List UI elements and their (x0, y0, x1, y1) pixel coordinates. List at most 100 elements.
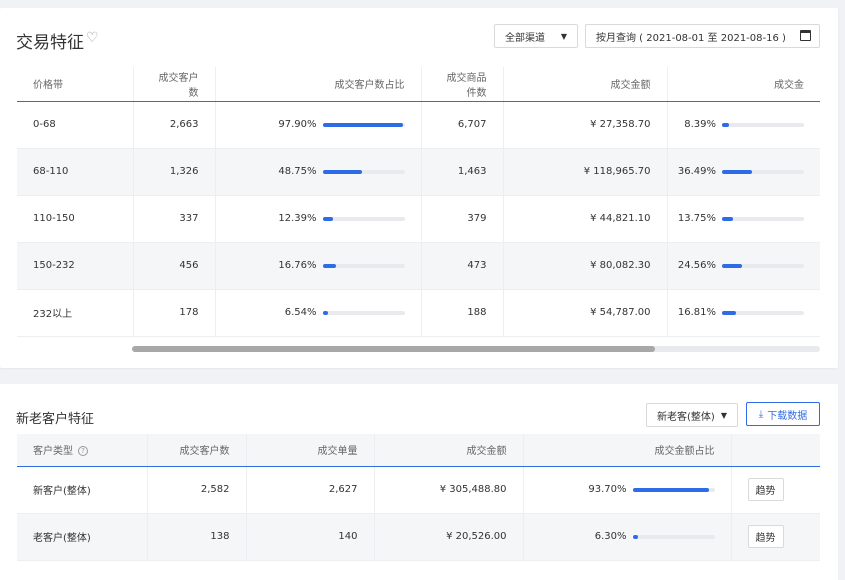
bar-fill (632, 534, 638, 539)
customers: 2,663 (133, 101, 216, 149)
price-band: 232以上 (17, 289, 134, 337)
date-range-value: 按月查询 ( 2021-08-01 至 2021-08-16 ) (596, 32, 786, 44)
caret-down-icon: ▼ (720, 410, 727, 420)
bar-fill (722, 169, 752, 174)
amount: ¥ 27,358.70 (503, 101, 668, 149)
scrollbar-thumb[interactable] (132, 346, 655, 352)
amount: ¥ 20,526.00 (374, 513, 524, 561)
download-icon: ⤓ (758, 408, 764, 420)
amount-share: 93.70% (588, 484, 627, 495)
bar-fill (632, 487, 710, 492)
trade-features-card: 交易特征 ♡ 全部渠道 ▼ 按月查询 ( 2021-08-01 至 2021-0… (0, 8, 838, 368)
download-label: 下载数据 (767, 410, 808, 422)
amount-share-bar (722, 310, 804, 315)
heart-icon[interactable]: ♡ (86, 30, 99, 46)
channel-select-value: 全部渠道 (505, 32, 545, 44)
amount-share-bar (722, 216, 804, 221)
trade-table: 价格带 成交客户数 成交客户数占比 成交商品件数 成交金额 成交金 0-68 2… (17, 67, 820, 337)
horizontal-scrollbar[interactable] (132, 346, 820, 352)
items: 473 (421, 242, 504, 290)
amount-share: 16.81% (677, 307, 716, 318)
items: 1,463 (421, 148, 504, 196)
customer-share: 16.76% (278, 260, 317, 271)
customers: 337 (133, 195, 216, 243)
customer-share-bar (322, 216, 405, 221)
table-row: 110-150 337 12.39% 379 ¥ 44,821.10 13.75… (17, 195, 820, 243)
customers: 2,582 (147, 466, 247, 514)
bar-fill (722, 122, 729, 127)
download-button[interactable]: ⤓ 下载数据 (746, 402, 820, 426)
col-customers: 成交客户数 (133, 67, 216, 102)
date-range-picker[interactable]: 按月查询 ( 2021-08-01 至 2021-08-16 ) (585, 24, 820, 48)
channel-select[interactable]: 全部渠道 ▼ (494, 24, 578, 48)
col-customer-share: 成交客户数占比 (215, 67, 422, 102)
trend-button[interactable]: 趋势 (747, 478, 784, 501)
col-items: 成交商品件数 (421, 67, 504, 102)
bar-fill (322, 310, 328, 315)
bar-fill (722, 310, 736, 315)
items: 379 (421, 195, 504, 243)
amount-share: 36.49% (677, 166, 716, 177)
customer-share: 12.39% (278, 213, 317, 224)
bar-fill (322, 263, 337, 268)
bar-fill (322, 122, 403, 127)
amount-share: 6.30% (594, 531, 627, 542)
table-row: 150-232 456 16.76% 473 ¥ 80,082.30 24.56… (17, 242, 820, 290)
amount: ¥ 44,821.10 (503, 195, 668, 243)
table-row: 0-68 2,663 97.90% 6,707 ¥ 27,358.70 8.39… (17, 101, 820, 149)
col-orders: 成交单量 (246, 434, 375, 467)
items: 188 (421, 289, 504, 337)
col-amount-share: 成交金 (667, 67, 820, 102)
table-row: 68-110 1,326 48.75% 1,463 ¥ 118,965.70 3… (17, 148, 820, 196)
amount-share-bar (722, 122, 804, 127)
col-customer-type: 客户类型 (33, 446, 73, 458)
price-band: 68-110 (17, 148, 134, 196)
customer-features-title: 新老客户特征 (16, 412, 95, 427)
table-row: 老客户(整体) 138 140 ¥ 20,526.00 6.30% 趋势 (17, 513, 820, 561)
customer-share-bar (322, 310, 405, 315)
customers: 178 (133, 289, 216, 337)
col-action (731, 434, 820, 467)
bar-fill (722, 263, 743, 268)
calendar-icon (800, 30, 811, 41)
customer-table: 客户类型? 成交客户数 成交单量 成交金额 成交金额占比 新客户(整体) 2,5… (17, 434, 820, 561)
amount: ¥ 305,488.80 (374, 466, 524, 514)
customer-type-value: 新老客(整体) (657, 411, 715, 423)
customer-share-bar (322, 122, 405, 127)
col-price-band: 价格带 (17, 67, 134, 102)
amount-share-bar (722, 263, 804, 268)
customer-type: 新客户(整体) (17, 466, 148, 514)
amount-share-bar (632, 534, 715, 539)
amount: ¥ 118,965.70 (503, 148, 668, 196)
amount: ¥ 54,787.00 (503, 289, 668, 337)
customer-share: 48.75% (278, 166, 317, 177)
table-row: 新客户(整体) 2,582 2,627 ¥ 305,488.80 93.70% … (17, 466, 820, 514)
customer-features-card: 新老客户特征 新老客(整体) ▼ ⤓ 下载数据 客户类型? 成交客户数 成交单量… (0, 384, 838, 580)
table-row: 232以上 178 6.54% 188 ¥ 54,787.00 16.81% (17, 289, 820, 337)
orders: 2,627 (246, 466, 375, 514)
bar-fill (722, 216, 734, 221)
customers: 138 (147, 513, 247, 561)
customer-type-select[interactable]: 新老客(整体) ▼ (646, 403, 738, 427)
trade-features-title: 交易特征 (16, 33, 84, 53)
amount-share: 24.56% (677, 260, 716, 271)
amount: ¥ 80,082.30 (503, 242, 668, 290)
customers: 1,326 (133, 148, 216, 196)
bar-fill (322, 216, 333, 221)
bar-fill (322, 169, 363, 174)
customers: 456 (133, 242, 216, 290)
col-customers: 成交客户数 (147, 434, 247, 467)
customer-share-bar (322, 263, 405, 268)
amount-share-bar (632, 487, 715, 492)
amount-share-bar (722, 169, 804, 174)
help-icon[interactable]: ? (78, 446, 88, 457)
customer-share: 97.90% (278, 119, 317, 130)
col-amount: 成交金额 (374, 434, 524, 467)
amount-share: 13.75% (677, 213, 716, 224)
col-amount: 成交金额 (503, 67, 668, 102)
caret-down-icon: ▼ (560, 31, 567, 41)
price-band: 150-232 (17, 242, 134, 290)
price-band: 110-150 (17, 195, 134, 243)
customer-share-bar (322, 169, 405, 174)
trend-button[interactable]: 趋势 (747, 525, 784, 548)
